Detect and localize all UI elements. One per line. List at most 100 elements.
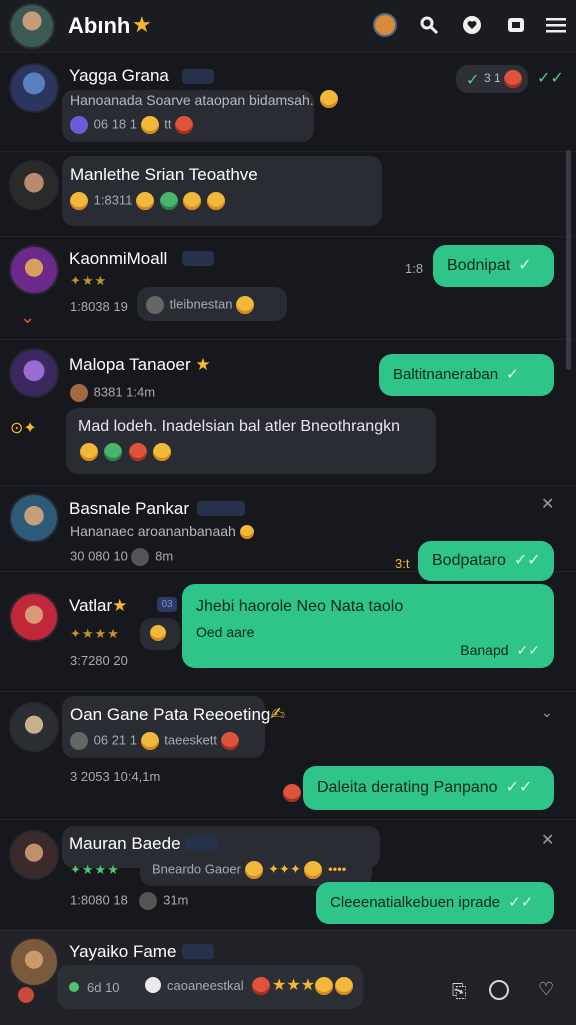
chat-name: Vatlar★ bbox=[69, 596, 128, 615]
chat-name: Oan Gane Pata Reeoeting bbox=[70, 705, 271, 724]
mic-icon[interactable]: ♡ bbox=[538, 979, 554, 1000]
message-meta: 3 2053 10:4,1m bbox=[70, 769, 161, 784]
avatar bbox=[9, 160, 59, 210]
top-bar: Abınh ★ bbox=[0, 0, 576, 53]
label-tag bbox=[197, 501, 245, 516]
verified-icon bbox=[145, 977, 161, 993]
emoji-icon: ⊙✦ bbox=[10, 420, 37, 437]
chat-row[interactable]: Yagga Grana Hanoanada Soarve ataopan bid… bbox=[0, 52, 576, 152]
chevron-icon: ⌄ bbox=[20, 307, 36, 327]
archive-icon[interactable] bbox=[503, 12, 529, 38]
label-tag bbox=[182, 251, 214, 266]
close-icon[interactable]: ✕ bbox=[541, 494, 554, 514]
close-icon[interactable]: ✕ bbox=[541, 830, 554, 850]
chat-name: Yayaiko Fame bbox=[69, 942, 177, 961]
message-composer[interactable]: 6d 10 caoaneestkal ★★★ bbox=[57, 965, 363, 1009]
chat-row[interactable]: ⌄ KaonmiMoall ✦★★ 1:8038 19 tleibnestan … bbox=[0, 237, 576, 340]
emoji-icon bbox=[70, 192, 88, 210]
avatar bbox=[9, 937, 59, 987]
emoji-icon bbox=[283, 784, 301, 802]
badge: 03 bbox=[157, 597, 177, 612]
scrollbar[interactable] bbox=[566, 150, 571, 370]
message-meta: 30 080 10 8m bbox=[70, 548, 173, 566]
double-check-icon: ✓✓ bbox=[537, 70, 564, 87]
message-time: 1:8 bbox=[405, 261, 424, 276]
sent-message-bubble: Bodnipat ✓ bbox=[433, 245, 554, 287]
sent-message-bubble: Baltitnaneraban ✓ bbox=[379, 354, 554, 396]
emoji-icon bbox=[236, 296, 255, 314]
message-meta: 1:8038 19 bbox=[70, 299, 128, 314]
chat-row[interactable]: Basnale Pankar Hananaec aroananbanaah 30… bbox=[0, 486, 576, 581]
chat-name: Basnale Pankar bbox=[69, 499, 190, 518]
emoji-icon bbox=[80, 443, 98, 461]
chat-row[interactable]: Vatlar★ 03 ✦★★★ 3:7280 20 Jhebi haorole … bbox=[0, 572, 576, 692]
chat-row[interactable]: Manlethe Srian Teoathve 1:8311 bbox=[0, 152, 576, 237]
menu-icon[interactable] bbox=[543, 12, 569, 38]
profile-avatar[interactable] bbox=[9, 3, 55, 49]
emoji-icon bbox=[150, 625, 166, 641]
emoji-icon bbox=[244, 861, 263, 879]
reaction-bubble bbox=[140, 618, 180, 650]
reactions: ★★★ bbox=[252, 975, 355, 995]
rating-stars: ✦★★ bbox=[70, 273, 108, 288]
check-icon: ✓ bbox=[466, 72, 480, 89]
read-receipt-pill: ✓ 3 1 bbox=[456, 65, 528, 93]
sent-message-bubble: Cleeenatialkebuen iprade ✓✓ bbox=[316, 882, 554, 924]
avatar bbox=[9, 348, 59, 398]
emoji-icon bbox=[206, 192, 225, 210]
emoji-icon: ✍ bbox=[270, 704, 286, 724]
avatar bbox=[9, 830, 59, 880]
star-icon: ★ bbox=[132, 12, 152, 37]
emoji-icon bbox=[18, 987, 34, 1003]
avatar bbox=[9, 702, 59, 752]
label-tag bbox=[182, 944, 214, 959]
chat-row[interactable]: Oan Gane Pata Reeoeting ✍ 06 21 1 taeesk… bbox=[0, 692, 576, 820]
message-meta: 8381 1:4m bbox=[70, 384, 155, 402]
message-meta: 06 18 1 tt bbox=[70, 116, 195, 134]
camera-icon[interactable] bbox=[489, 980, 509, 1000]
attach-icon[interactable]: ⎘ bbox=[452, 981, 466, 1002]
message-time: 3:t bbox=[395, 556, 410, 571]
avatar-mini-icon bbox=[70, 732, 88, 750]
chat-name: Yagga Grana bbox=[69, 66, 169, 85]
message-meta: Bneardo Gaoer ✦✦✦ •••• bbox=[152, 861, 346, 879]
avatar-mini-icon bbox=[139, 892, 158, 910]
message-preview: Hanoanada Soarve ataopan bidamsah. bbox=[70, 92, 314, 108]
chat-name: Malopa Tanaoer ★ bbox=[69, 355, 211, 374]
emoji-icon bbox=[304, 861, 323, 879]
search-icon[interactable] bbox=[416, 12, 442, 38]
emoji-icon bbox=[136, 192, 155, 210]
chat-row[interactable]: Malopa Tanaoer ★ 8381 1:4m Baltitnanerab… bbox=[0, 340, 576, 486]
sent-message-bubble: Daleita derating Panpano ✓✓ bbox=[303, 766, 554, 810]
emoji-icon bbox=[153, 443, 172, 461]
reactions bbox=[80, 443, 173, 461]
emoji-icon bbox=[239, 525, 254, 540]
chat-name: Mauran Baede bbox=[69, 834, 181, 853]
emoji-icon bbox=[128, 443, 147, 461]
reaction-icon bbox=[70, 116, 88, 134]
avatar-mini-icon bbox=[146, 296, 164, 314]
label-tag bbox=[182, 69, 214, 84]
bottom-composer-bar: Yayaiko Fame 6d 10 caoaneestkal ★★★ ⎘ ♡ bbox=[0, 930, 576, 1025]
sent-message-bubble: Jhebi haorole Neo Nata taolo Oed aare Ba… bbox=[182, 584, 554, 668]
chat-row[interactable]: Mauran Baede ✕ ✦★★★ Bneardo Gaoer ✦✦✦ ••… bbox=[0, 820, 576, 930]
rating-stars: ✦★★★ bbox=[70, 862, 120, 877]
chevron-down-icon[interactable]: ⌄ bbox=[541, 704, 553, 721]
avatar bbox=[9, 63, 59, 113]
emoji-icon bbox=[320, 90, 338, 108]
message-meta: 3:7280 20 bbox=[70, 653, 128, 668]
message-meta: tleibnestan bbox=[146, 296, 256, 314]
status-dot-icon bbox=[69, 982, 79, 992]
avatar bbox=[9, 245, 59, 295]
emoji-icon bbox=[140, 732, 159, 750]
message-preview: Hananaec aroananbanaah bbox=[70, 523, 256, 540]
chat-name: KaonmiMoall bbox=[69, 249, 168, 268]
avatar bbox=[9, 493, 59, 543]
status-avatar-icon[interactable] bbox=[372, 12, 398, 38]
emoji-icon bbox=[220, 732, 239, 750]
heart-icon[interactable] bbox=[459, 12, 485, 38]
message-meta: 06 21 1 taeeskett bbox=[70, 732, 241, 750]
avatar bbox=[9, 592, 59, 642]
avatar-mini-icon bbox=[131, 548, 150, 566]
emoji-icon bbox=[159, 192, 178, 210]
